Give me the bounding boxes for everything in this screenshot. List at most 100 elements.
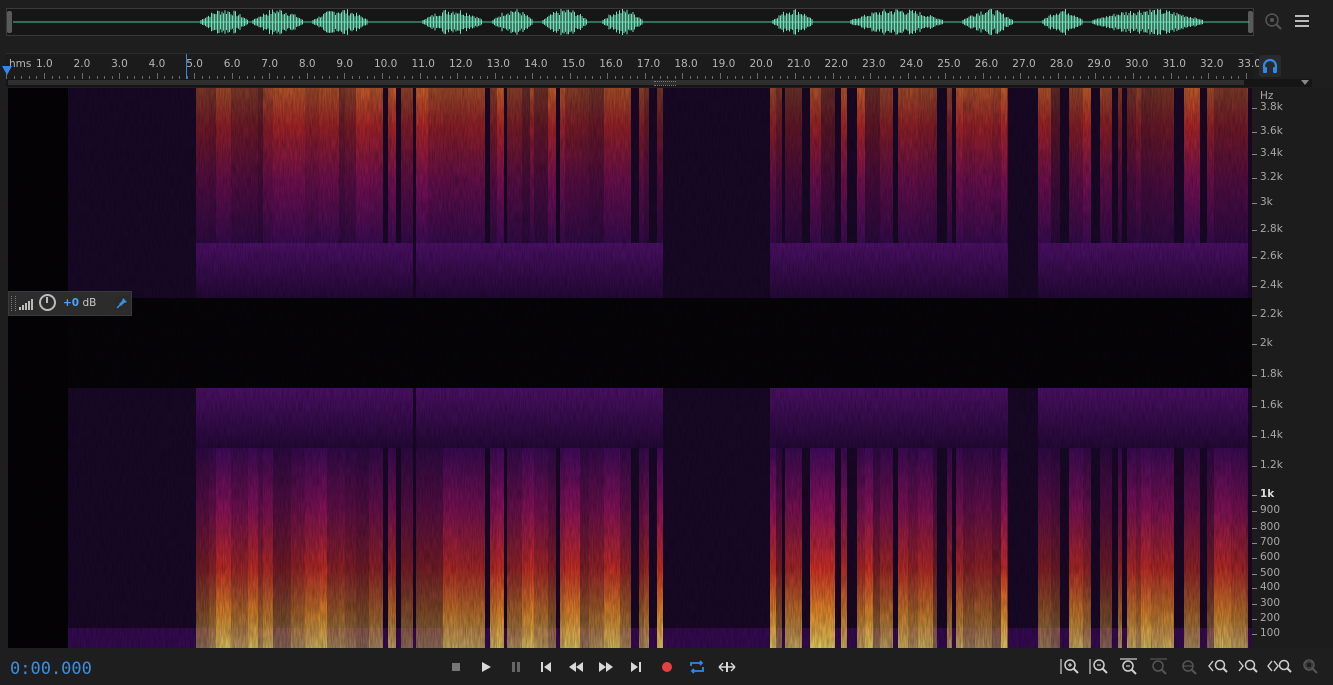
frequency-tick	[1252, 588, 1257, 589]
zoom-navigator-icon[interactable]	[1262, 10, 1284, 32]
hud-drag-handle[interactable]	[11, 296, 16, 311]
frequency-tick	[1252, 511, 1257, 512]
zoom-in-right-button[interactable]	[1237, 656, 1261, 678]
gain-value[interactable]: +0 dB	[63, 297, 96, 309]
pause-button[interactable]	[505, 658, 527, 676]
zoom-in-left-button[interactable]	[1207, 656, 1231, 678]
frequency-tick	[1252, 406, 1257, 407]
frequency-tick	[1252, 574, 1257, 575]
go-to-start-button[interactable]	[535, 658, 557, 676]
frequency-label: 1.4k	[1260, 429, 1283, 441]
headphones-icon[interactable]	[1259, 55, 1281, 77]
frequency-label: 300	[1260, 597, 1281, 609]
stop-button[interactable]	[445, 658, 467, 676]
time-tick-label: 5.0	[186, 58, 203, 70]
frequency-tick	[1252, 436, 1257, 437]
frequency-tick	[1252, 375, 1257, 376]
waveform-overview[interactable]	[6, 8, 1254, 36]
frequency-tick	[1252, 286, 1257, 287]
time-tick-label: 28.0	[1049, 58, 1074, 70]
spectral-frequency-display[interactable]	[8, 88, 1252, 648]
timeline-ruler[interactable]: hms 1.0 2.0 3.0 4.0 5.0 6.0 7.0 8.0 9.0 10.0 11.0 1…	[6, 53, 1261, 80]
zoom-out-full-button[interactable]	[1267, 656, 1292, 678]
zoom-in-left-icon	[1208, 659, 1228, 673]
time-tick-label: 8.0	[298, 58, 316, 70]
zoom-to-selection-icon	[1182, 660, 1197, 675]
zoom-reset-button[interactable]	[1298, 656, 1322, 678]
pin-icon[interactable]	[115, 296, 129, 310]
scrollbar-thumb[interactable]	[8, 80, 1244, 85]
time-tick-label: 32.0	[1200, 58, 1224, 70]
frequency-label: 3k	[1260, 196, 1273, 208]
view-start-marker[interactable]	[186, 54, 187, 80]
zoom-out-amplitude-button[interactable]	[1087, 656, 1111, 678]
frequency-tick	[1252, 203, 1257, 204]
overview-waveform	[13, 9, 1249, 35]
frequency-label: 700	[1260, 536, 1281, 548]
time-tick-label: 3.0	[111, 58, 128, 70]
time-tick-label: 7.0	[261, 58, 278, 70]
time-tick-label: 19.0	[711, 58, 736, 70]
time-tick-label: 17.0	[636, 58, 661, 70]
playhead-marker[interactable]	[2, 66, 12, 75]
zoom-out-full-icon	[1267, 659, 1292, 673]
fast-forward-button[interactable]	[595, 658, 617, 676]
go-to-end-icon	[631, 662, 641, 672]
frequency-tick	[1252, 558, 1257, 559]
frequency-tick	[1252, 634, 1257, 635]
frequency-tick	[1252, 154, 1257, 155]
zoom-out-time-button[interactable]	[1147, 656, 1171, 678]
gain-knob[interactable]	[39, 294, 56, 311]
frequency-label: 2k	[1260, 337, 1273, 349]
loop-button[interactable]	[686, 658, 708, 676]
frequency-scale[interactable]: Hz 3.8k 3.6k 3.4k 3.2k 3k 2.8k 2.6k 2.4k 2.2k 2k 1…	[1252, 88, 1333, 648]
play-icon	[482, 662, 491, 672]
time-tick-label: 11.0	[411, 58, 435, 70]
zoom-to-selection-button[interactable]	[1177, 656, 1201, 678]
frequency-label: 400	[1260, 581, 1281, 593]
frequency-tick	[1252, 178, 1257, 179]
frequency-label: 3.6k	[1260, 125, 1283, 137]
frequency-tick	[1252, 230, 1257, 231]
frequency-label: 2.2k	[1260, 308, 1283, 320]
time-tick-label: 16.0	[599, 58, 623, 70]
zoom-in-right-icon	[1238, 659, 1258, 673]
time-tick-label: 21.0	[787, 58, 811, 70]
time-tick-label: 4.0	[148, 58, 166, 70]
time-tick-label: 30.0	[1124, 58, 1149, 70]
play-button[interactable]	[475, 658, 497, 676]
scroll-dropdown-icon[interactable]	[1301, 80, 1309, 85]
frequency-label: 900	[1260, 504, 1281, 516]
skip-selection-button[interactable]	[716, 658, 738, 676]
zoom-in-time-button[interactable]	[1117, 656, 1141, 678]
current-time-display[interactable]: 0:00.000	[10, 659, 92, 679]
frequency-tick	[1252, 315, 1257, 316]
frequency-label: 2.4k	[1260, 279, 1283, 291]
rewind-button[interactable]	[565, 658, 587, 676]
time-tick-label: 18.0	[674, 58, 698, 70]
time-tick-label: 22.0	[824, 58, 848, 70]
frequency-label: 800	[1260, 521, 1281, 533]
go-to-end-button[interactable]	[625, 658, 647, 676]
time-tick-label: 26.0	[974, 58, 999, 70]
zoom-in-amplitude-button[interactable]	[1058, 656, 1082, 678]
volume-hud[interactable]: +0 dB	[8, 291, 132, 316]
frequency-tick	[1252, 108, 1257, 109]
frequency-tick	[1252, 619, 1257, 620]
time-tick-label: 29.0	[1087, 58, 1111, 70]
record-button[interactable]	[656, 658, 678, 676]
zoom-out-amplitude-icon	[1089, 659, 1108, 674]
spectrogram	[8, 88, 1252, 648]
panel-menu-icon[interactable]	[1293, 12, 1311, 30]
frequency-label: 1.2k	[1260, 459, 1283, 471]
frequency-label: 2.8k	[1260, 223, 1283, 235]
time-tick-label: 31.0	[1162, 58, 1186, 70]
horizontal-scrollbar[interactable]	[6, 79, 1312, 87]
record-icon	[662, 662, 672, 672]
zoom-in-time-icon	[1120, 658, 1137, 675]
overview-left-handle[interactable]	[7, 11, 12, 33]
frequency-label: 200	[1260, 612, 1281, 624]
time-tick-label: 14.0	[524, 58, 548, 70]
time-tick-label: 9.0	[336, 58, 354, 70]
time-tick-label: 25.0	[937, 58, 961, 70]
